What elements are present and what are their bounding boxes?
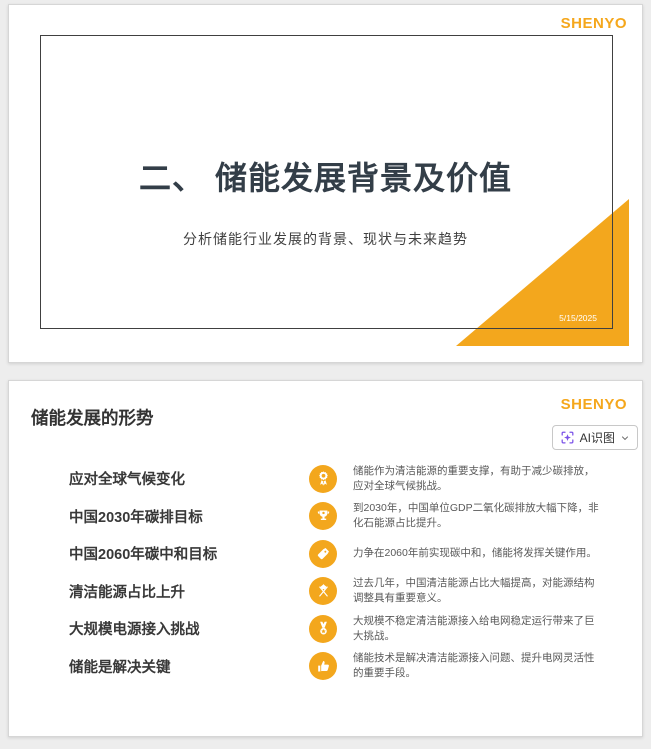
item-description: 到2030年，中国单位GDP二氧化碳排放大幅下降，非化石能源占比提升。 <box>353 502 599 530</box>
ai-scan-sparkle-icon <box>560 430 575 445</box>
item-description: 储能作为清洁能源的重要支撑，有助于减少碳排放，应对全球气候挑战。 <box>353 464 595 492</box>
award-ribbon-icon <box>309 464 337 493</box>
list-item: 应对全球气候变化 储能作为清洁能源的重要支撑，有助于减少碳排放，应对全球气候挑战… <box>69 460 604 498</box>
medal-icon <box>309 614 337 643</box>
ai-recognize-button[interactable]: AI识图 <box>551 425 638 450</box>
item-label: 中国2060年碳中和目标 <box>69 547 218 564</box>
slide-2[interactable]: SHENYO 储能发展的形势 AI识图 应对全球气候变化 储能作为清洁能源的重要… <box>8 380 643 737</box>
thumbs-up-icon <box>309 652 337 681</box>
item-label: 应对全球气候变化 <box>69 472 185 489</box>
item-label: 大规模电源接入挑战 <box>69 622 200 639</box>
item-description: 力争在2060年前实现碳中和，储能将发挥关键作用。 <box>353 547 597 560</box>
list-item: 大规模电源接入挑战 大规模不稳定清洁能源接入给电网稳定运行带来了巨大挑战。 <box>69 610 604 648</box>
item-label: 中国2030年碳排目标 <box>69 509 203 526</box>
slide-subtitle: 分析储能行业发展的背景、现状与未来趋势 <box>183 231 468 247</box>
slide-title: 二、 储能发展背景及价值 <box>139 160 512 196</box>
brand-logo: SHENYO <box>560 15 627 32</box>
item-label: 清洁能源占比上升 <box>69 584 185 601</box>
tag-icon <box>309 539 337 568</box>
page-title: 储能发展的形势 <box>31 408 154 428</box>
item-description: 过去几年，中国清洁能源占比大幅提高，对能源结构调整具有重要意义。 <box>353 577 595 605</box>
trophy-icon <box>309 502 337 531</box>
corner-triangle-decoration <box>456 199 629 346</box>
slide-date: 5/15/2025 <box>559 313 597 323</box>
brand-logo: SHENYO <box>560 396 627 413</box>
item-description: 储能技术是解决清洁能源接入问题、提升电网灵活性的重要手段。 <box>353 652 595 680</box>
ai-recognize-label: AI识图 <box>579 431 615 445</box>
crossed-flags-icon <box>309 577 337 606</box>
slide-1[interactable]: SHENYO 二、 储能发展背景及价值 分析储能行业发展的背景、现状与未来趋势 … <box>8 4 643 363</box>
situation-list: 应对全球气候变化 储能作为清洁能源的重要支撑，有助于减少碳排放，应对全球气候挑战… <box>69 460 604 685</box>
item-label: 储能是解决关键 <box>69 659 171 676</box>
chevron-down-icon <box>620 433 630 443</box>
list-item: 储能是解决关键 储能技术是解决清洁能源接入问题、提升电网灵活性的重要手段。 <box>69 648 604 686</box>
item-description: 大规模不稳定清洁能源接入给电网稳定运行带来了巨大挑战。 <box>353 614 595 642</box>
list-item: 中国2060年碳中和目标 力争在2060年前实现碳中和，储能将发挥关键作用。 <box>69 535 604 573</box>
list-item: 中国2030年碳排目标 到2030年，中国单位GDP二氧化碳排放大幅下降，非化石… <box>69 498 604 536</box>
list-item: 清洁能源占比上升 过去几年，中国清洁能源占比大幅提高，对能源结构调整具有重要意义… <box>69 573 604 611</box>
